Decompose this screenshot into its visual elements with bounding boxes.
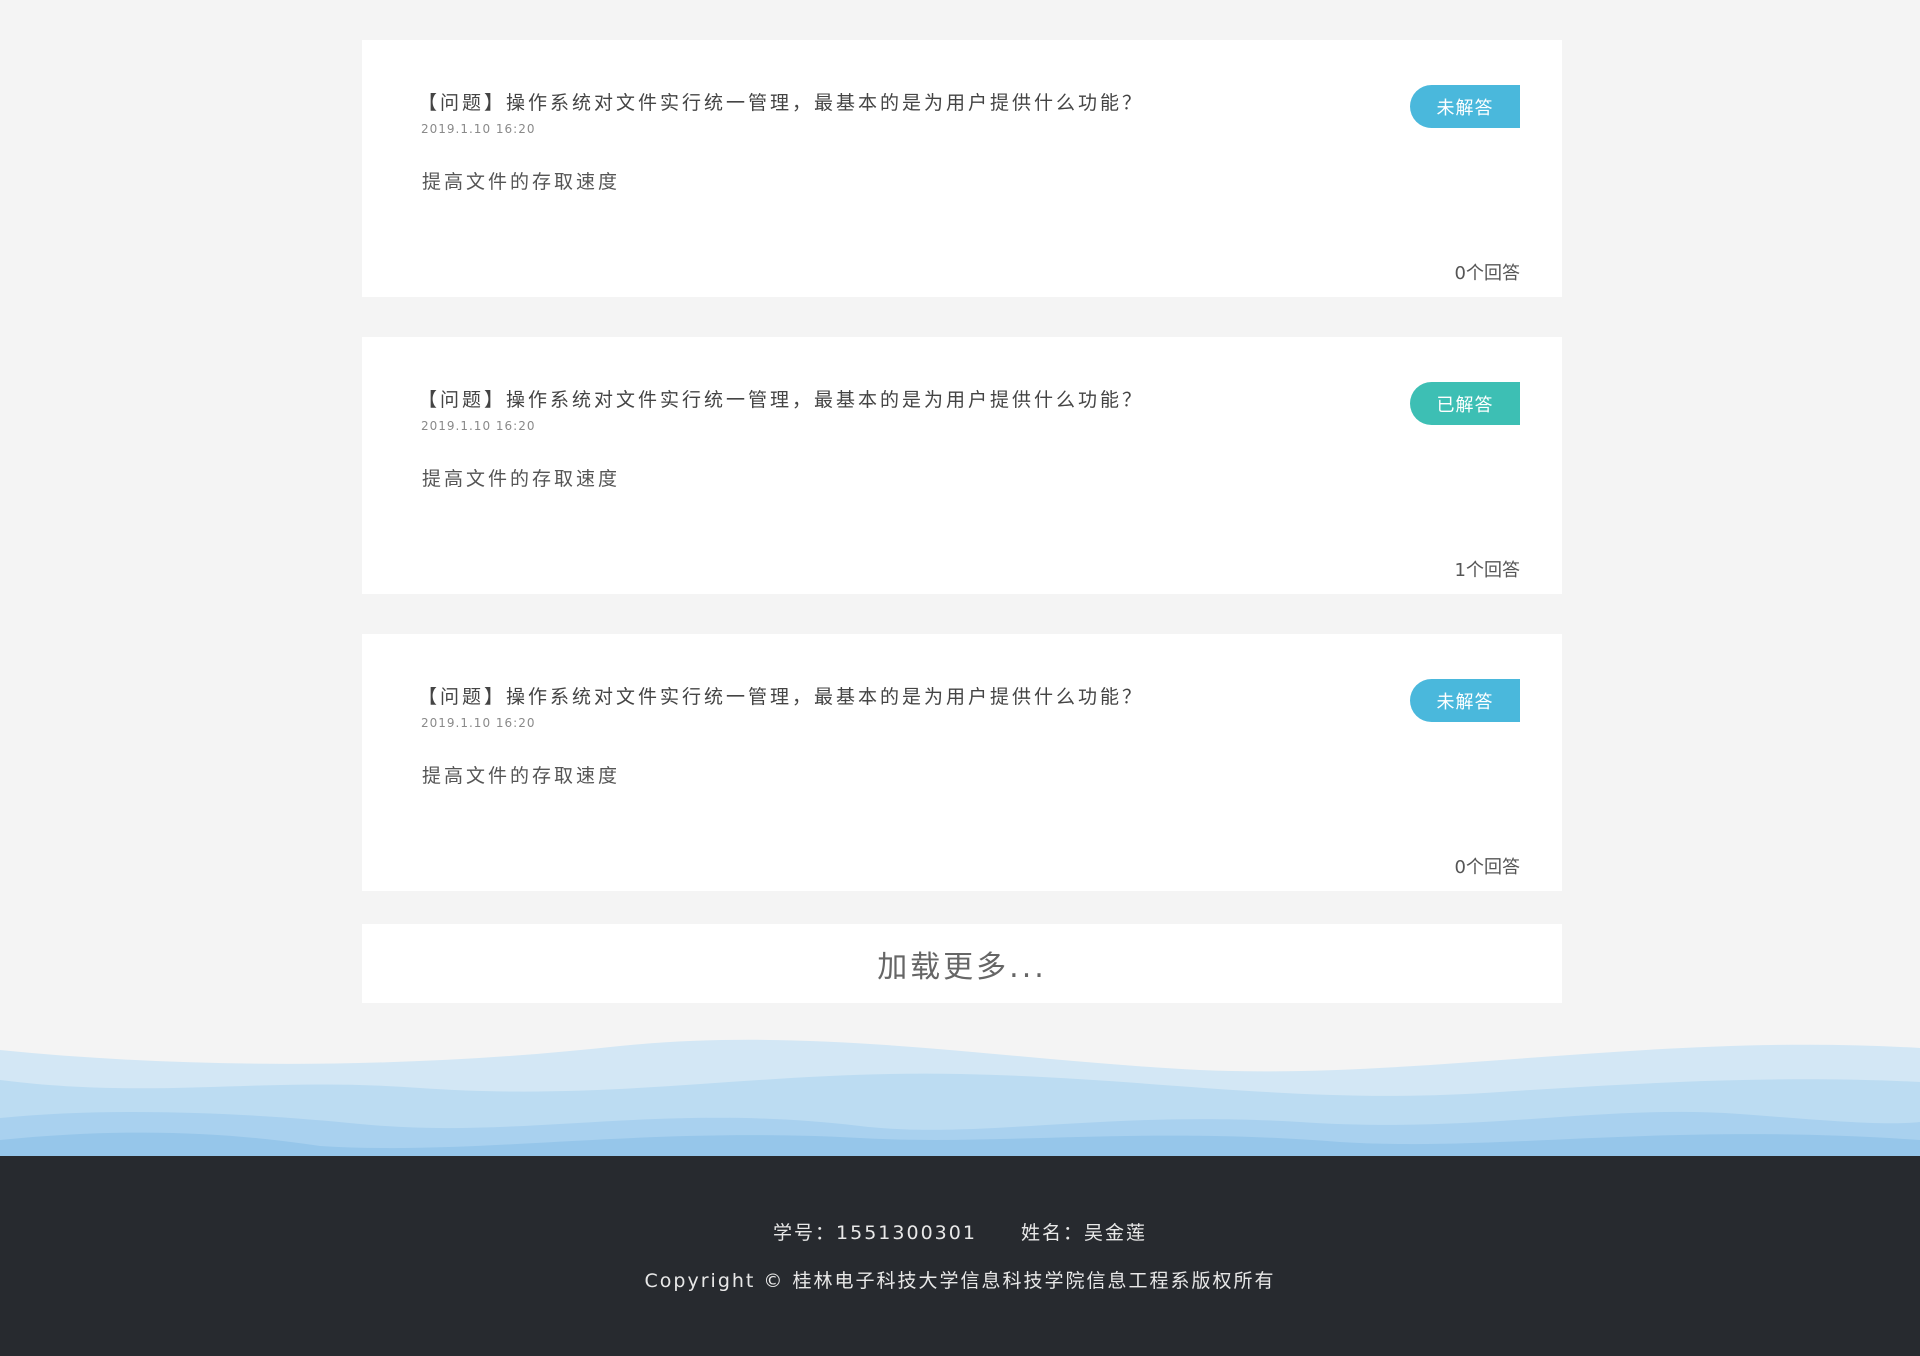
status-badge-unanswered[interactable]: 未解答 <box>1410 679 1520 722</box>
status-badge-unanswered[interactable]: 未解答 <box>1410 85 1520 128</box>
question-answer-preview: 提高文件的存取速度 <box>422 171 621 193</box>
status-badge-answered[interactable]: 已解答 <box>1410 382 1520 425</box>
question-card[interactable]: 【问题】操作系统对文件实行统一管理，最基本的是为用户提供什么功能？ 2019.1… <box>362 337 1562 594</box>
question-time: 2019.1.10 16:20 <box>421 716 536 730</box>
question-time: 2019.1.10 16:20 <box>421 419 536 433</box>
student-id: 学号：1551300301 <box>773 1222 977 1244</box>
load-more-button[interactable]: 加载更多... <box>362 924 1562 1003</box>
question-title[interactable]: 【问题】操作系统对文件实行统一管理，最基本的是为用户提供什么功能？ <box>418 385 1144 412</box>
student-name: 姓名：吴金莲 <box>1020 1222 1147 1244</box>
footer: 学号：1551300301 姓名：吴金莲 Copyright © 桂林电子科技大… <box>0 1156 1920 1356</box>
question-answer-preview: 提高文件的存取速度 <box>422 468 621 490</box>
answer-count[interactable]: 0个回答 <box>1455 853 1520 879</box>
wave-decoration <box>0 1039 1920 1156</box>
question-time: 2019.1.10 16:20 <box>421 122 536 136</box>
copyright-text: Copyright © 桂林电子科技大学信息科技学院信息工程系版权所有 <box>644 1270 1276 1292</box>
answer-count[interactable]: 1个回答 <box>1455 556 1520 582</box>
answer-count[interactable]: 0个回答 <box>1455 259 1520 285</box>
question-title[interactable]: 【问题】操作系统对文件实行统一管理，最基本的是为用户提供什么功能？ <box>418 88 1144 115</box>
question-card[interactable]: 【问题】操作系统对文件实行统一管理，最基本的是为用户提供什么功能？ 2019.1… <box>362 40 1562 297</box>
question-answer-preview: 提高文件的存取速度 <box>422 765 621 787</box>
question-title[interactable]: 【问题】操作系统对文件实行统一管理，最基本的是为用户提供什么功能？ <box>418 682 1144 709</box>
student-info: 学号：1551300301 姓名：吴金莲 <box>0 1218 1920 1245</box>
question-card[interactable]: 【问题】操作系统对文件实行统一管理，最基本的是为用户提供什么功能？ 2019.1… <box>362 634 1562 891</box>
